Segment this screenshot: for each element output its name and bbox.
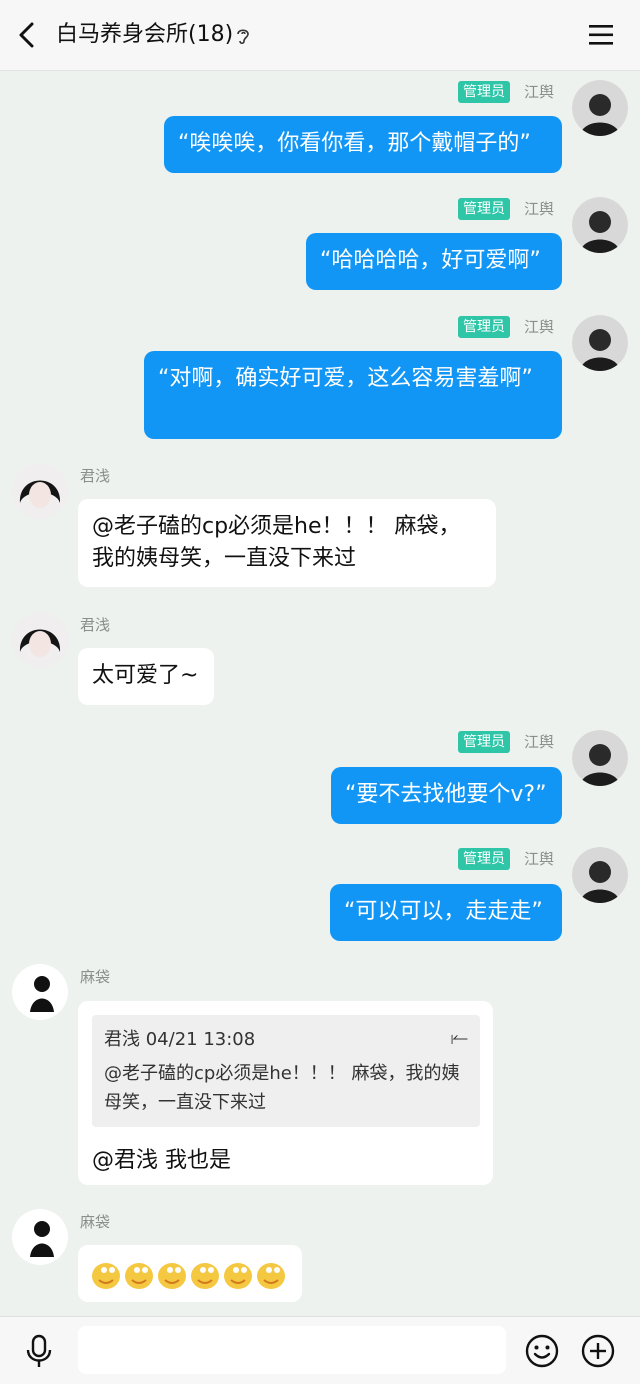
- message-input[interactable]: [78, 1326, 506, 1374]
- message-bubble[interactable]: “哈哈哈哈，好可爱啊”: [306, 233, 562, 290]
- emoji-icon: [92, 1263, 120, 1289]
- sender-name: 麻袋: [80, 968, 111, 986]
- back-arrow-icon[interactable]: [14, 20, 42, 50]
- quote-sender-time: 君浅 04/21 13:08: [104, 1029, 256, 1050]
- emoji-message-bubble[interactable]: [78, 1245, 302, 1302]
- emoji-picker-icon[interactable]: [524, 1333, 560, 1369]
- admin-badge: 管理员: [458, 198, 510, 220]
- message-bubble[interactable]: “要不去找他要个v?”: [331, 767, 562, 824]
- emoji-icon: [158, 1263, 186, 1289]
- avatar[interactable]: [12, 1209, 68, 1265]
- message-bubble[interactable]: “可以可以，走走走”: [330, 884, 562, 941]
- sender-name: 麻袋: [80, 1213, 111, 1231]
- menu-icon[interactable]: [586, 22, 616, 48]
- message-bubble[interactable]: @老子磕的cp必须是he！！！ 麻袋，我的姨母笑，一直没下来过: [78, 499, 496, 587]
- avatar[interactable]: [572, 315, 628, 371]
- sender-name: 江舆: [524, 318, 555, 336]
- avatar[interactable]: [12, 964, 68, 1020]
- sender-name: 君浅: [80, 467, 111, 485]
- admin-badge: 管理员: [458, 316, 510, 338]
- avatar[interactable]: [12, 463, 68, 519]
- input-bar: [0, 1316, 640, 1384]
- emoji-icon: [224, 1263, 252, 1289]
- sender-name: 江舆: [524, 850, 555, 868]
- sender-name: 江舆: [524, 200, 555, 218]
- admin-badge: 管理员: [458, 81, 510, 103]
- message-bubble[interactable]: “对啊，确实好可爱，这么容易害羞啊”: [144, 351, 562, 439]
- message-bubble[interactable]: 太可爱了~: [78, 648, 214, 705]
- avatar[interactable]: [12, 612, 68, 668]
- admin-badge: 管理员: [458, 731, 510, 753]
- admin-badge: 管理员: [458, 848, 510, 870]
- plus-icon[interactable]: [580, 1333, 616, 1369]
- sender-name: 君浅: [80, 616, 111, 634]
- jump-to-quote-icon[interactable]: ⥒: [450, 1025, 468, 1049]
- avatar[interactable]: [572, 197, 628, 253]
- quoted-message[interactable]: 君浅 04/21 13:08 ⥒ @老子磕的cp必须是he！！！ 麻袋，我的姨母…: [92, 1015, 480, 1127]
- avatar[interactable]: [572, 847, 628, 903]
- microphone-icon[interactable]: [22, 1334, 56, 1368]
- ear-icon[interactable]: [234, 26, 252, 46]
- group-title[interactable]: 白马养身会所(18): [56, 20, 233, 50]
- reply-text: @君浅 我也是: [92, 1148, 231, 1173]
- chat-header: 白马养身会所(18): [0, 0, 640, 71]
- sender-name: 江舆: [524, 83, 555, 101]
- emoji-icon: [257, 1263, 285, 1289]
- avatar[interactable]: [572, 80, 628, 136]
- emoji-icon: [191, 1263, 219, 1289]
- avatar[interactable]: [572, 730, 628, 786]
- emoji-icon: [125, 1263, 153, 1289]
- message-bubble[interactable]: “唉唉唉，你看你看，那个戴帽子的”: [164, 116, 562, 173]
- sender-name: 江舆: [524, 733, 555, 751]
- emoji-row: [92, 1263, 285, 1289]
- quote-text: @老子磕的cp必须是he！！！ 麻袋，我的姨母笑，一直没下来过: [104, 1063, 460, 1113]
